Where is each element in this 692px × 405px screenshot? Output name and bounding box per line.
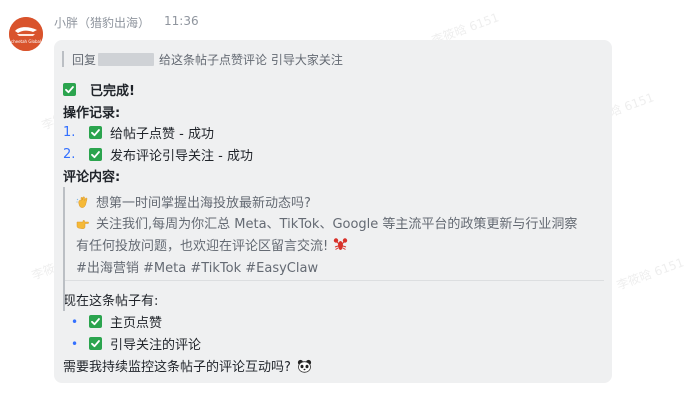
- watermark-text: 李筱晗 6151: [614, 255, 686, 293]
- comment-hashtags: #出海营销 #Meta #TikTok #EasyClaw: [76, 261, 319, 276]
- list-item: • 主页点赞: [63, 312, 163, 332]
- reply-quote[interactable]: 回复 给这条帖子点赞评论 引导大家关注: [62, 51, 343, 67]
- check-box-icon: [89, 337, 102, 350]
- list-item: 2. 发布评论引导关注 - 成功: [63, 145, 253, 164]
- check-box-icon: [89, 315, 102, 328]
- check-box-icon: [89, 148, 102, 161]
- chat-page: 李筱晗 6151 李筱晗 6151 李筱晗 6151 李筱晗 6151 李筱晗 …: [0, 0, 692, 405]
- list-item-label: 引导关注的评论: [110, 338, 202, 353]
- sender-name[interactable]: 小胖（猎豹出海）: [54, 14, 150, 31]
- status-done-label: 已完成!: [90, 84, 135, 99]
- message-header: 小胖（猎豹出海） 11:36: [54, 14, 199, 31]
- list-item-label: 发布评论引导关注 - 成功: [110, 149, 253, 164]
- pointing-hand-icon: [76, 219, 89, 229]
- list-number: 2.: [63, 147, 76, 162]
- avatar-logo-text: cheetah Global: [11, 39, 41, 44]
- comment-line-1: 想第一时间掌握出海投放最新动态吗?: [96, 196, 311, 211]
- bullet: •: [71, 314, 79, 329]
- list-item: 1. 给帖子点赞 - 成功: [63, 123, 214, 142]
- list-number: 1.: [63, 125, 76, 140]
- comment-line: 有任何投放问题，也欢迎在评论区留言交流!: [76, 235, 348, 254]
- panda-icon: [297, 359, 312, 373]
- comment-quote: 想第一时间掌握出海投放最新动态吗? 关注我们,每周为你汇总 Meta、TikTo…: [63, 187, 595, 311]
- follow-up-question: 需要我持续监控这条帖子的评论互动吗?: [63, 356, 312, 375]
- lobster-icon: [334, 238, 348, 250]
- comment-line: 关注我们,每周为你汇总 Meta、TikTok、Google 等主流平台的政策更…: [76, 213, 577, 232]
- status-line: 已完成!: [63, 80, 135, 99]
- check-box-icon: [63, 83, 76, 96]
- comment-line: 想第一时间掌握出海投放最新动态吗?: [76, 192, 311, 211]
- check-box-icon: [89, 126, 102, 139]
- reply-prefix: 回复: [72, 52, 97, 67]
- comment-line-3: 有任何投放问题，也欢迎在评论区留言交流!: [76, 239, 329, 254]
- comment-line-2: 关注我们,每周为你汇总 Meta、TikTok、Google 等主流平台的政策更…: [96, 217, 578, 232]
- question-text: 需要我持续监控这条帖子的评论互动吗?: [63, 360, 291, 375]
- reply-text: 给这条帖子点赞评论 引导大家关注: [159, 52, 343, 67]
- message-bubble: 回复 给这条帖子点赞评论 引导大家关注 已完成! 操作记录: 1. 给帖子点赞 …: [54, 40, 612, 383]
- operations-heading: 操作记录:: [63, 106, 121, 121]
- bullet: •: [71, 336, 79, 351]
- comment-heading: 评论内容:: [63, 170, 121, 185]
- list-item: • 引导关注的评论: [63, 334, 202, 354]
- redacted-name: [98, 52, 155, 66]
- avatar[interactable]: cheetah Global: [9, 17, 43, 51]
- waving-hand-icon: [76, 196, 88, 208]
- message-time: 11:36: [164, 14, 199, 28]
- cheetah-logo-icon: cheetah Global: [9, 17, 43, 51]
- list-item-label: 给帖子点赞 - 成功: [110, 127, 214, 142]
- list-item-label: 主页点赞: [110, 316, 163, 331]
